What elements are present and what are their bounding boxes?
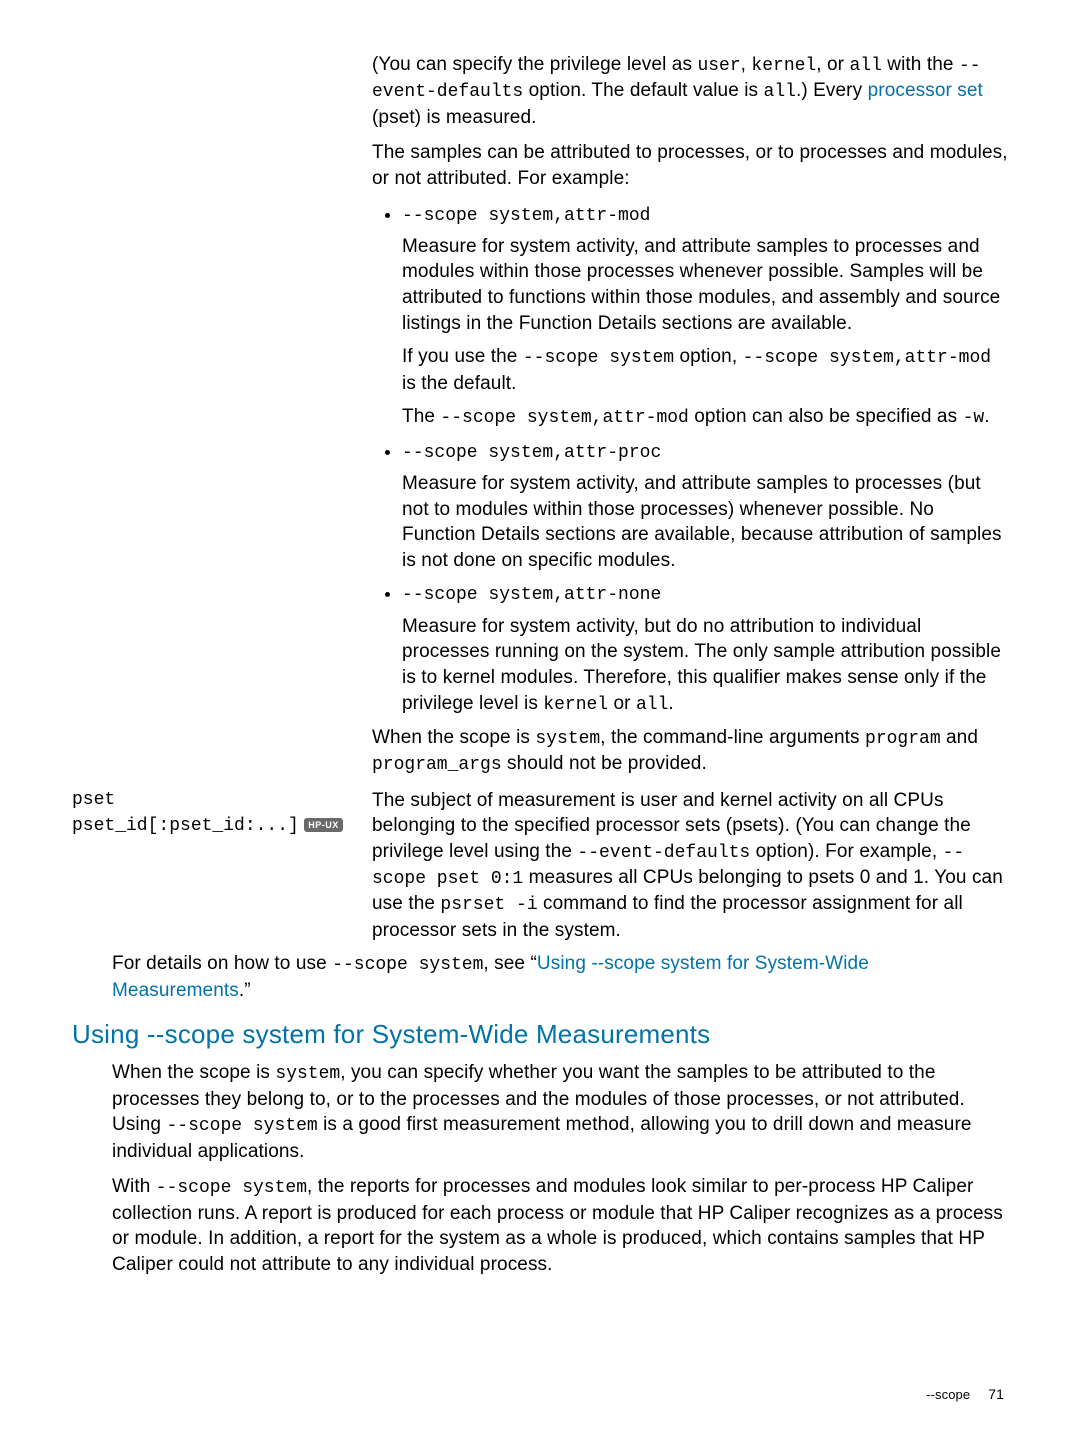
intro-p1: (You can specify the privilege level as … xyxy=(372,52,1008,130)
code: kernel xyxy=(751,56,816,76)
code: pset_id[:pset_id:...] xyxy=(72,816,299,836)
text: with the xyxy=(882,54,959,75)
text: Measure for system activity, and attribu… xyxy=(402,471,1008,574)
body-p2: With --scope system, the reports for pro… xyxy=(112,1174,1008,1277)
code: system xyxy=(275,1064,340,1084)
text: When the scope is xyxy=(112,1062,275,1083)
text: The --scope system,attr-mod option can a… xyxy=(402,404,1008,430)
text: For details on how to use xyxy=(112,953,332,974)
list-item: --scope system,attr-proc Measure for sys… xyxy=(402,439,1008,574)
text: .” xyxy=(239,980,251,1001)
code: program_args xyxy=(372,755,502,775)
text: option can also be specified as xyxy=(689,406,963,427)
code: all xyxy=(636,695,668,715)
text: or xyxy=(608,693,636,714)
body-p1: When the scope is system, you can specif… xyxy=(112,1060,1008,1164)
section-heading-using-scope: Using --scope system for System-Wide Mea… xyxy=(72,1017,1008,1052)
text: , xyxy=(741,54,752,75)
pset-row: pset pset_id[:pset_id:...] HP-UX The sub… xyxy=(72,788,1008,950)
code: program xyxy=(865,729,941,749)
text: When the scope is xyxy=(372,727,535,748)
text: (pset) is measured. xyxy=(372,107,537,128)
term-pset: pset xyxy=(72,788,364,812)
pset-desc: The subject of measurement is user and k… xyxy=(372,788,1008,944)
scope-options-list: --scope system,attr-mod Measure for syst… xyxy=(372,202,1008,717)
text: If you use the --scope system option, --… xyxy=(402,344,1008,396)
text: .) Every xyxy=(796,80,868,101)
text: option. The default value is xyxy=(523,80,763,101)
text: option). For example, xyxy=(750,841,942,862)
code: --scope system xyxy=(332,955,483,975)
code: --scope system,attr-mod xyxy=(402,206,650,226)
see-also: For details on how to use --scope system… xyxy=(112,951,1008,1003)
text: should not be provided. xyxy=(502,753,707,774)
footer-label: --scope xyxy=(926,1387,970,1402)
code: psrset -i xyxy=(440,895,537,915)
text: (You can specify the privilege level as xyxy=(372,54,697,75)
code: --scope system,attr-mod xyxy=(440,408,688,428)
text: , see “ xyxy=(483,953,537,974)
list-item: --scope system,attr-mod Measure for syst… xyxy=(402,202,1008,431)
text: and xyxy=(941,727,978,748)
text: The xyxy=(402,406,440,427)
text: . xyxy=(984,406,989,427)
text: . xyxy=(668,693,673,714)
code: --scope system xyxy=(156,1178,307,1198)
intro-p2: The samples can be attributed to process… xyxy=(372,140,1008,191)
text: is the default. xyxy=(402,373,517,394)
code: --scope system,attr-proc xyxy=(402,443,661,463)
text: option, xyxy=(674,346,743,367)
text: , the command-line arguments xyxy=(600,727,865,748)
list-item: --scope system,attr-none Measure for sys… xyxy=(402,581,1008,717)
code: -w xyxy=(963,408,985,428)
code: user xyxy=(697,56,740,76)
code: --event-defaults xyxy=(577,843,750,863)
code: system xyxy=(535,729,600,749)
after-bullets: When the scope is system, the command-li… xyxy=(372,725,1008,778)
text: Measure for system activity, but do no a… xyxy=(402,616,1001,714)
text: Measure for system activity, but do no a… xyxy=(402,614,1008,717)
code: all xyxy=(764,82,796,102)
hpux-badge-icon: HP-UX xyxy=(304,818,343,832)
page-number: 71 xyxy=(988,1386,1004,1402)
code: --scope system xyxy=(523,348,674,368)
page-footer: --scope 71 xyxy=(926,1385,1004,1404)
code: kernel xyxy=(543,695,608,715)
term-pset-id: pset_id[:pset_id:...] HP-UX xyxy=(72,812,364,838)
code: --scope system,attr-none xyxy=(402,585,661,605)
code: --scope system,attr-mod xyxy=(743,348,991,368)
link-processor-set[interactable]: processor set xyxy=(868,80,983,101)
text: If you use the xyxy=(402,346,523,367)
text: , or xyxy=(816,54,849,75)
text: With xyxy=(112,1176,156,1197)
code: all xyxy=(849,56,881,76)
code: --scope system xyxy=(166,1116,317,1136)
text: Measure for system activity, and attribu… xyxy=(402,234,1008,337)
